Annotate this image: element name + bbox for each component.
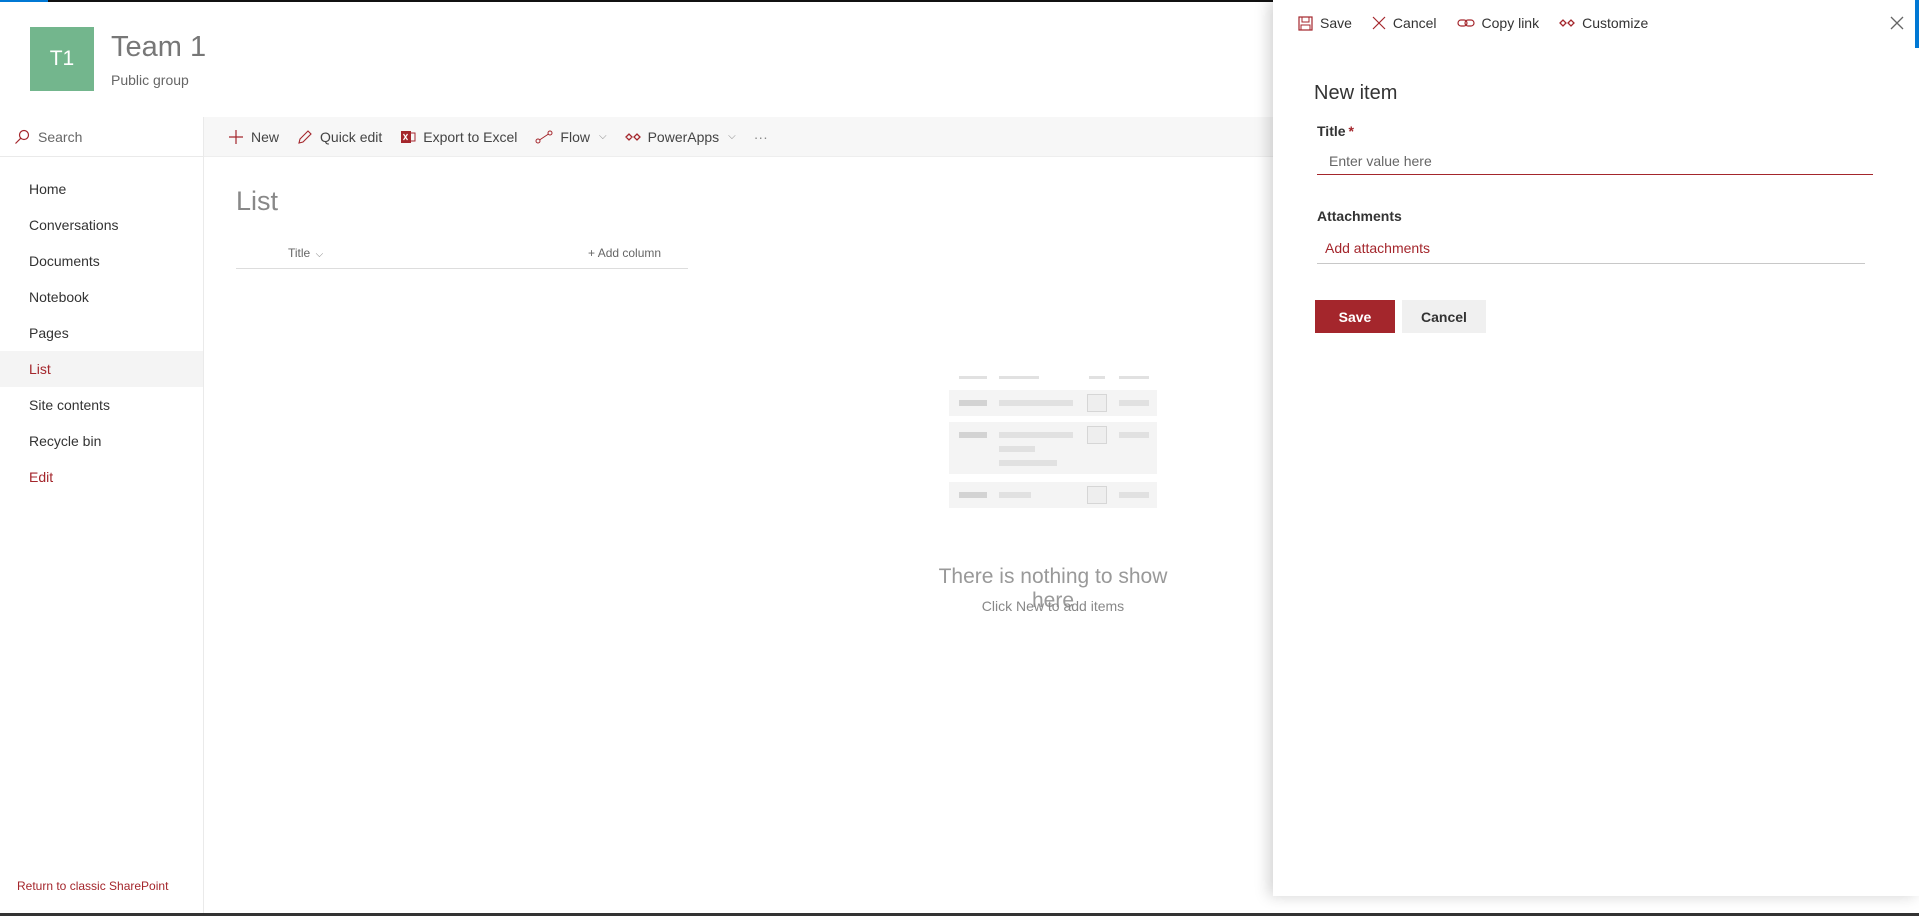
image-placeholder-icon — [1087, 426, 1107, 444]
add-attachments-link[interactable]: Add attachments — [1317, 240, 1865, 264]
illustration-bar — [999, 460, 1057, 466]
nav-item-pages[interactable]: Pages — [0, 315, 203, 351]
save-button[interactable]: Save — [1315, 300, 1395, 333]
illustration-bar — [959, 400, 987, 406]
powerapps-button[interactable]: PowerApps ⌵ — [624, 128, 736, 145]
flow-label: Flow — [560, 128, 590, 145]
scrollbar[interactable] — [1915, 0, 1919, 48]
column-header-row: Title ⌵ + Add column — [236, 244, 688, 269]
illustration-bar — [999, 492, 1031, 498]
column-title-label: Title — [288, 246, 311, 260]
illustration-bar — [959, 376, 987, 379]
new-label: New — [251, 128, 280, 145]
panel-title: New item — [1314, 82, 1398, 104]
plus-icon — [229, 129, 243, 144]
title-label-text: Title — [1317, 123, 1346, 139]
more-button[interactable]: ··· — [754, 129, 768, 145]
illustration-bar — [999, 432, 1073, 438]
illustration-bar — [1119, 400, 1149, 406]
nav-item-notebook[interactable]: Notebook — [0, 279, 203, 315]
page-title: List — [236, 186, 279, 216]
export-to-excel-button[interactable]: Export to Excel — [400, 129, 517, 145]
attachments-label: Attachments — [1317, 208, 1402, 224]
powerapps-label: PowerApps — [647, 128, 720, 145]
more-icon: ··· — [753, 128, 768, 145]
customize-label: Customize — [1582, 15, 1649, 31]
left-navigation: Search Home Conversations Documents Note… — [0, 117, 204, 913]
site-logo[interactable]: T1 — [30, 27, 94, 91]
column-header-title[interactable]: Title ⌵ — [288, 246, 323, 260]
chevron-down-icon: ⌵ — [728, 131, 736, 142]
save-icon — [1298, 15, 1313, 31]
powerapps-icon — [624, 132, 641, 141]
chevron-down-icon: ⌵ — [598, 131, 607, 142]
powerapps-icon — [1559, 19, 1576, 27]
new-button[interactable]: New — [228, 129, 279, 145]
illustration-bar — [1089, 376, 1105, 379]
empty-state-subtitle: Click New to add items — [981, 598, 1125, 614]
panel-command-bar: Save Cancel Copy link Customize — [1298, 15, 1648, 31]
progress-indicator — [0, 0, 48, 2]
illustration-bar — [959, 492, 987, 498]
nav-item-conversations[interactable]: Conversations — [0, 207, 203, 243]
search-box[interactable]: Search — [0, 117, 203, 157]
nav-item-documents[interactable]: Documents — [0, 243, 203, 279]
customize-button[interactable]: Customize — [1559, 15, 1648, 31]
nav-item-edit[interactable]: Edit — [0, 459, 203, 495]
quick-edit-button[interactable]: Quick edit — [297, 129, 382, 145]
nav-item-list[interactable]: List — [0, 351, 203, 387]
illustration-bar — [1119, 376, 1149, 379]
search-icon — [15, 129, 30, 144]
add-column-button[interactable]: + Add column — [588, 246, 661, 260]
quick-edit-label: Quick edit — [320, 128, 383, 145]
illustration-bar — [1119, 432, 1149, 438]
pencil-icon — [298, 129, 312, 144]
empty-state-illustration — [949, 376, 1157, 510]
command-bar: New Quick edit Export to Excel Flow ⌵ Po… — [204, 117, 1298, 157]
close-icon — [1372, 16, 1386, 30]
chevron-down-icon: ⌵ — [315, 249, 324, 260]
flow-button[interactable]: Flow ⌵ — [535, 128, 607, 145]
search-label: Search — [38, 128, 83, 145]
site-subtitle: Public group — [111, 72, 189, 88]
plus-icon: + — [588, 246, 596, 260]
nav-item-home[interactable]: Home — [0, 171, 203, 207]
image-placeholder-icon — [1087, 394, 1107, 412]
close-panel-icon[interactable] — [1887, 13, 1907, 33]
panel-cancel-label: Cancel — [1392, 15, 1437, 31]
illustration-bar — [999, 400, 1073, 406]
copy-link-button[interactable]: Copy link — [1456, 15, 1540, 31]
image-placeholder-icon — [1087, 486, 1107, 504]
add-column-label: Add column — [597, 246, 662, 260]
export-label: Export to Excel — [423, 128, 518, 145]
flow-icon — [535, 130, 553, 143]
illustration-bar — [959, 432, 987, 438]
site-title[interactable]: Team 1 — [111, 31, 206, 64]
illustration-row — [949, 482, 1157, 508]
nav-item-recycle-bin[interactable]: Recycle bin — [0, 423, 203, 459]
panel-cancel-button[interactable]: Cancel — [1372, 15, 1437, 31]
link-icon — [1456, 19, 1475, 27]
panel-save-button[interactable]: Save — [1298, 15, 1352, 31]
title-input[interactable] — [1317, 148, 1873, 175]
nav-item-site-contents[interactable]: Site contents — [0, 387, 203, 423]
cancel-button[interactable]: Cancel — [1402, 300, 1486, 333]
new-item-panel: Save Cancel Copy link Customize New item… — [1273, 0, 1919, 896]
illustration-bar — [999, 376, 1039, 379]
required-marker: * — [1348, 123, 1354, 139]
nav-list: Home Conversations Documents Notebook Pa… — [0, 171, 203, 495]
illustration-bar — [999, 446, 1035, 452]
site-logo-initials: T1 — [49, 47, 75, 70]
copy-link-label: Copy link — [1481, 15, 1540, 31]
illustration-row — [949, 422, 1157, 474]
illustration-bar — [1119, 492, 1149, 498]
panel-save-label: Save — [1320, 15, 1352, 31]
return-to-classic-link[interactable]: Return to classic SharePoint — [17, 879, 168, 893]
excel-icon — [401, 130, 416, 143]
title-field-label: Title * — [1317, 123, 1354, 139]
illustration-row — [949, 390, 1157, 416]
